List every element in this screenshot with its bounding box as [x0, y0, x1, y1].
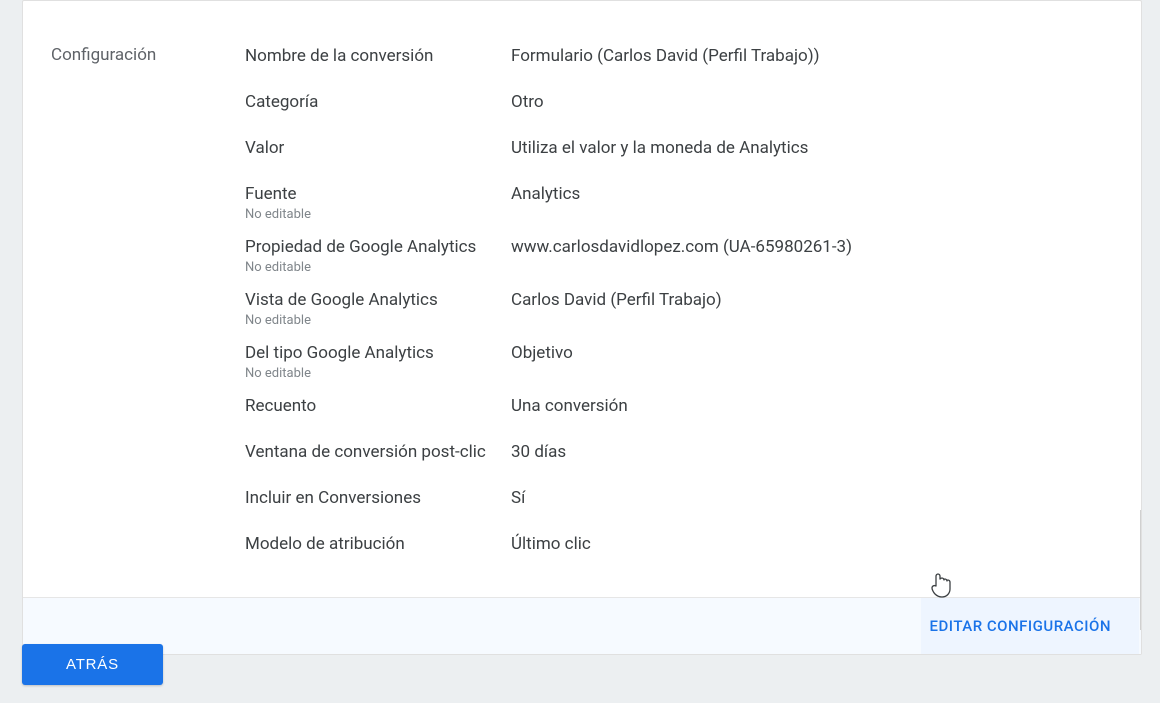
label-value: Valor [245, 137, 511, 159]
fields-container: Nombre de la conversión Formulario (Carl… [245, 35, 1111, 569]
label-source: Fuente [245, 183, 511, 205]
value-include: Sí [511, 487, 525, 509]
sublabel-view: No editable [245, 313, 511, 328]
edit-configuration-button[interactable]: EDITAR CONFIGURACIÓN [930, 617, 1111, 635]
row-view: Vista de Google Analytics No editable Ca… [245, 279, 1111, 332]
row-source: Fuente No editable Analytics [245, 173, 1111, 226]
row-include: Incluir en Conversiones Sí [245, 477, 1111, 523]
label-property: Propiedad de Google Analytics [245, 236, 511, 258]
row-property: Propiedad de Google Analytics No editabl… [245, 226, 1111, 279]
row-window: Ventana de conversión post-clic 30 días [245, 431, 1111, 477]
label-category: Categoría [245, 91, 511, 113]
sublabel-source: No editable [245, 207, 511, 222]
value-view: Carlos David (Perfil Trabajo) [511, 289, 722, 311]
sublabel-gatype: No editable [245, 366, 511, 381]
value-category: Otro [511, 91, 544, 113]
value-count: Una conversión [511, 395, 628, 417]
back-button[interactable]: ATRÁS [22, 644, 163, 685]
value-property: www.carlosdavidlopez.com (UA-65980261-3) [511, 236, 852, 258]
label-include: Incluir en Conversiones [245, 487, 511, 509]
card-body: Configuración Nombre de la conversión Fo… [23, 1, 1141, 597]
row-value: Valor Utiliza el valor y la moneda de An… [245, 127, 1111, 173]
label-gatype: Del tipo Google Analytics [245, 342, 511, 364]
label-window: Ventana de conversión post-clic [245, 441, 511, 463]
value-gatype: Objetivo [511, 342, 573, 364]
value-attribution: Último clic [511, 533, 591, 555]
bottom-actions: ATRÁS [22, 644, 163, 685]
value-value: Utiliza el valor y la moneda de Analytic… [511, 137, 808, 159]
row-count: Recuento Una conversión [245, 385, 1111, 431]
label-count: Recuento [245, 395, 511, 417]
row-category: Categoría Otro [245, 81, 1111, 127]
row-attribution: Modelo de atribución Último clic [245, 523, 1111, 569]
card-footer: EDITAR CONFIGURACIÓN [23, 597, 1141, 654]
label-attribution: Modelo de atribución [245, 533, 511, 555]
value-window: 30 días [511, 441, 566, 463]
section-title: Configuración [51, 35, 245, 569]
sublabel-property: No editable [245, 260, 511, 275]
scroll-frame-edge [1140, 510, 1146, 630]
row-gatype: Del tipo Google Analytics No editable Ob… [245, 332, 1111, 385]
value-conversion-name: Formulario (Carlos David (Perfil Trabajo… [511, 45, 820, 67]
configuration-card: Configuración Nombre de la conversión Fo… [22, 0, 1142, 655]
label-view: Vista de Google Analytics [245, 289, 511, 311]
value-source: Analytics [511, 183, 580, 205]
label-conversion-name: Nombre de la conversión [245, 45, 511, 67]
row-conversion-name: Nombre de la conversión Formulario (Carl… [245, 35, 1111, 81]
